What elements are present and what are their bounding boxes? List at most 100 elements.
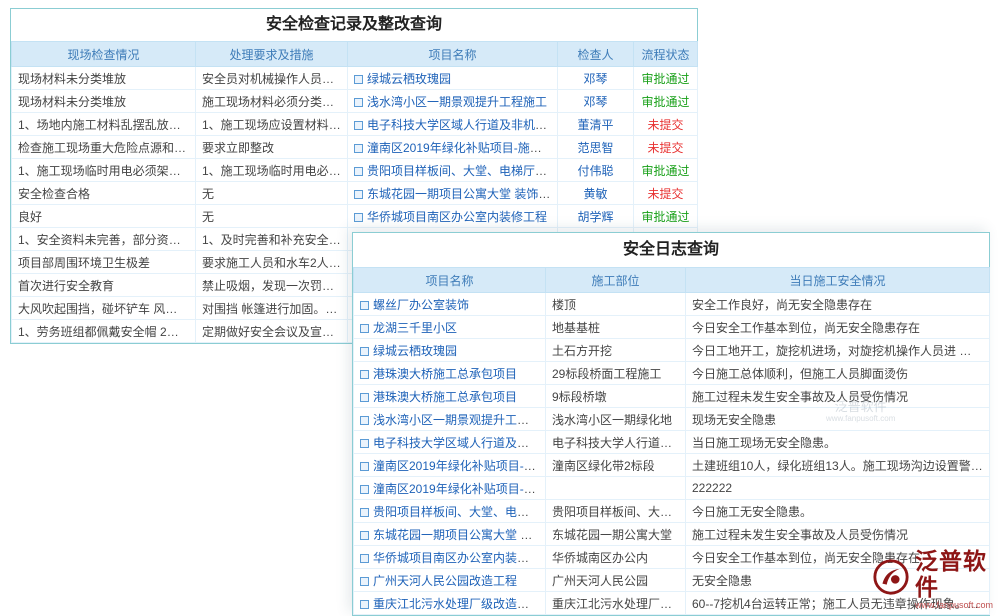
table-row[interactable]: 电子科技大学区域人行道及非机动车道工程 电子科技大学人行道及非... 当日施工现… [354, 431, 990, 454]
project-link[interactable]: 龙湖三千里小区 [373, 321, 457, 335]
project-link[interactable]: 华侨城项目南区办公室内装修工程 [373, 551, 546, 565]
part-cell: 贵阳项目样板间、大堂、... [546, 500, 686, 523]
table-row[interactable]: 现场材料未分类堆放 施工现场材料必须分类堆放整齐... 浅水湾小区一期景观提升工… [12, 90, 698, 113]
project-link[interactable]: 潼南区2019年绿化补贴项目-施工2标段 [367, 141, 558, 155]
project-icon [360, 301, 369, 310]
project-cell: 浅水湾小区一期景观提升工程施工 [354, 408, 546, 431]
daily-safety-cell: 现场无安全隐患 [686, 408, 990, 431]
project-link[interactable]: 华侨城项目南区办公室内装修工程 [367, 210, 547, 224]
column-header-daily-safety[interactable]: 当日施工安全情况 [686, 268, 990, 293]
table-row[interactable]: 港珠澳大桥施工总承包项目 29标段桥面工程施工 今日施工总体顺利，但施工人员脚面… [354, 362, 990, 385]
project-icon [360, 347, 369, 356]
project-icon [360, 508, 369, 517]
table-row[interactable]: 潼南区2019年绿化补贴项目-施工2标段 潼南区绿化带2标段 土建班组10人，绿… [354, 454, 990, 477]
project-link[interactable]: 贵阳项目样板间、大堂、电梯厅装修工程 [367, 164, 558, 178]
table-row[interactable]: 现场材料未分类堆放 安全员对机械操作人员进行安全... 绿城云栖玫瑰园 邓琴 审… [12, 67, 698, 90]
project-icon [354, 121, 363, 130]
fanpu-logo-url: www.fanpusoft.com [915, 600, 997, 611]
daily-safety-cell: 施工过程未发生安全事故及人员受伤情况 [686, 523, 990, 546]
situation-cell: 1、劳务班组都佩戴安全帽 2、安... [12, 320, 196, 343]
project-link[interactable]: 港珠澳大桥施工总承包项目 [373, 367, 517, 381]
project-link[interactable]: 浅水湾小区一期景观提升工程施工 [367, 95, 547, 109]
inspector-link[interactable]: 邓琴 [583, 95, 607, 109]
project-cell: 广州天河人民公园改造工程 [354, 569, 546, 592]
column-header-status[interactable]: 流程状态 [634, 42, 698, 67]
daily-safety-cell: 安全工作良好，尚无安全隐患存在 [686, 293, 990, 316]
project-icon [360, 554, 369, 563]
project-icon [354, 167, 363, 176]
project-link[interactable]: 潼南区2019年绿化补贴项目-施工2标段 [373, 482, 546, 496]
table-row[interactable]: 螺丝厂办公室装饰 楼顶 安全工作良好，尚无安全隐患存在 [354, 293, 990, 316]
table-row[interactable]: 港珠澳大桥施工总承包项目 9标段桥墩 施工过程未发生安全事故及人员受伤情况 [354, 385, 990, 408]
project-link[interactable]: 贵阳项目样板间、大堂、电梯厅装修工程 [373, 505, 546, 519]
column-header-project[interactable]: 项目名称 [354, 268, 546, 293]
column-header-project[interactable]: 项目名称 [348, 42, 558, 67]
table-row[interactable]: 安全检查合格 无 东城花园一期项目公寓大堂 装饰工程 黄敏 未提交 [12, 182, 698, 205]
project-cell: 绿城云栖玫瑰园 [354, 339, 546, 362]
measure-cell: 要求立即整改 [196, 136, 348, 159]
project-icon [360, 485, 369, 494]
table-row[interactable]: 检查施工现场重大危险点源和文... 要求立即整改 潼南区2019年绿化补贴项目-… [12, 136, 698, 159]
table-row[interactable]: 潼南区2019年绿化补贴项目-施工2标段 222222 [354, 477, 990, 500]
table-row[interactable]: 龙湖三千里小区 地基基桩 今日安全工作基本到位，尚无安全隐患存在 [354, 316, 990, 339]
project-link[interactable]: 东城花园一期项目公寓大堂 装饰工程 [373, 528, 546, 542]
measure-cell: 要求施工人员和水车2人配合整... [196, 251, 348, 274]
project-icon [360, 577, 369, 586]
project-link[interactable]: 电子科技大学区域人行道及非机动车道工程 [367, 118, 558, 132]
part-cell: 地基基桩 [546, 316, 686, 339]
inspector-link[interactable]: 黄敏 [583, 187, 607, 201]
project-link[interactable]: 绿城云栖玫瑰园 [367, 72, 451, 86]
fanpu-logo-icon [872, 558, 910, 601]
fanpu-logo-name: 泛普软件 [915, 548, 997, 600]
part-cell: 电子科技大学人行道及非... [546, 431, 686, 454]
table-row[interactable]: 贵阳项目样板间、大堂、电梯厅装修工程 贵阳项目样板间、大堂、... 今日施工无安… [354, 500, 990, 523]
project-cell: 贵阳项目样板间、大堂、电梯厅装修工程 [348, 159, 558, 182]
inspector-cell: 范思智 [558, 136, 634, 159]
project-link[interactable]: 潼南区2019年绿化补贴项目-施工2标段 [373, 459, 546, 473]
project-link[interactable]: 浅水湾小区一期景观提升工程施工 [373, 413, 546, 427]
inspector-cell: 邓琴 [558, 67, 634, 90]
measure-cell: 对围挡 帐篷进行加固。现场规... [196, 297, 348, 320]
status-badge: 未提交 [634, 136, 698, 159]
project-link[interactable]: 东城花园一期项目公寓大堂 装饰工程 [367, 187, 558, 201]
situation-cell: 首次进行安全教育 [12, 274, 196, 297]
project-link[interactable]: 螺丝厂办公室装饰 [373, 298, 469, 312]
daily-safety-cell: 今日安全工作基本到位，尚无安全隐患存在 [686, 316, 990, 339]
project-link[interactable]: 港珠澳大桥施工总承包项目 [373, 390, 517, 404]
table-row[interactable]: 东城花园一期项目公寓大堂 装饰工程 东城花园一期公寓大堂 施工过程未发生安全事故… [354, 523, 990, 546]
column-header-inspector[interactable]: 检查人 [558, 42, 634, 67]
inspector-link[interactable]: 董清平 [577, 118, 613, 132]
table-row[interactable]: 良好 无 华侨城项目南区办公室内装修工程 胡学辉 审批通过 [12, 205, 698, 228]
column-header-situation[interactable]: 现场检查情况 [12, 42, 196, 67]
part-cell: 广州天河人民公园 [546, 569, 686, 592]
project-cell: 港珠澳大桥施工总承包项目 [354, 385, 546, 408]
inspector-link[interactable]: 胡学辉 [577, 210, 613, 224]
part-cell: 浅水湾小区一期绿化地 [546, 408, 686, 431]
column-header-part[interactable]: 施工部位 [546, 268, 686, 293]
measure-cell: 施工现场材料必须分类堆放整齐... [196, 90, 348, 113]
project-cell: 潼南区2019年绿化补贴项目-施工2标段 [348, 136, 558, 159]
project-cell: 绿城云栖玫瑰园 [348, 67, 558, 90]
part-cell [546, 477, 686, 500]
project-icon [360, 462, 369, 471]
inspector-link[interactable]: 付伟聪 [577, 164, 613, 178]
table-row[interactable]: 浅水湾小区一期景观提升工程施工 浅水湾小区一期绿化地 现场无安全隐患 [354, 408, 990, 431]
inspector-cell: 黄敏 [558, 182, 634, 205]
project-link[interactable]: 电子科技大学区域人行道及非机动车道工程 [373, 436, 546, 450]
measure-cell: 安全员对机械操作人员进行安全... [196, 67, 348, 90]
project-cell: 螺丝厂办公室装饰 [354, 293, 546, 316]
project-link[interactable]: 绿城云栖玫瑰园 [373, 344, 457, 358]
status-badge: 审批通过 [634, 205, 698, 228]
situation-cell: 现场材料未分类堆放 [12, 90, 196, 113]
inspector-link[interactable]: 范思智 [577, 141, 613, 155]
project-link[interactable]: 重庆江北污水处理厂级改造工程-道路修复 [373, 597, 546, 611]
inspector-link[interactable]: 邓琴 [583, 72, 607, 86]
table-row[interactable]: 1、施工现场临时用电必须架空。2... 1、施工现场临时用电必须架空... 贵阳… [12, 159, 698, 182]
table-header-row: 项目名称 施工部位 当日施工安全情况 [354, 268, 990, 293]
table-header-row: 现场检查情况 处理要求及措施 项目名称 检查人 流程状态 [12, 42, 698, 67]
project-icon [360, 600, 369, 609]
project-link[interactable]: 广州天河人民公园改造工程 [373, 574, 517, 588]
table-row[interactable]: 1、场地内施工材料乱摆乱放。2... 1、施工现场应设置材料临时摆... 电子科… [12, 113, 698, 136]
column-header-measure[interactable]: 处理要求及措施 [196, 42, 348, 67]
table-row[interactable]: 绿城云栖玫瑰园 土石方开挖 今日工地开工，旋挖机进场，对旋挖机操作人员进 行安全… [354, 339, 990, 362]
